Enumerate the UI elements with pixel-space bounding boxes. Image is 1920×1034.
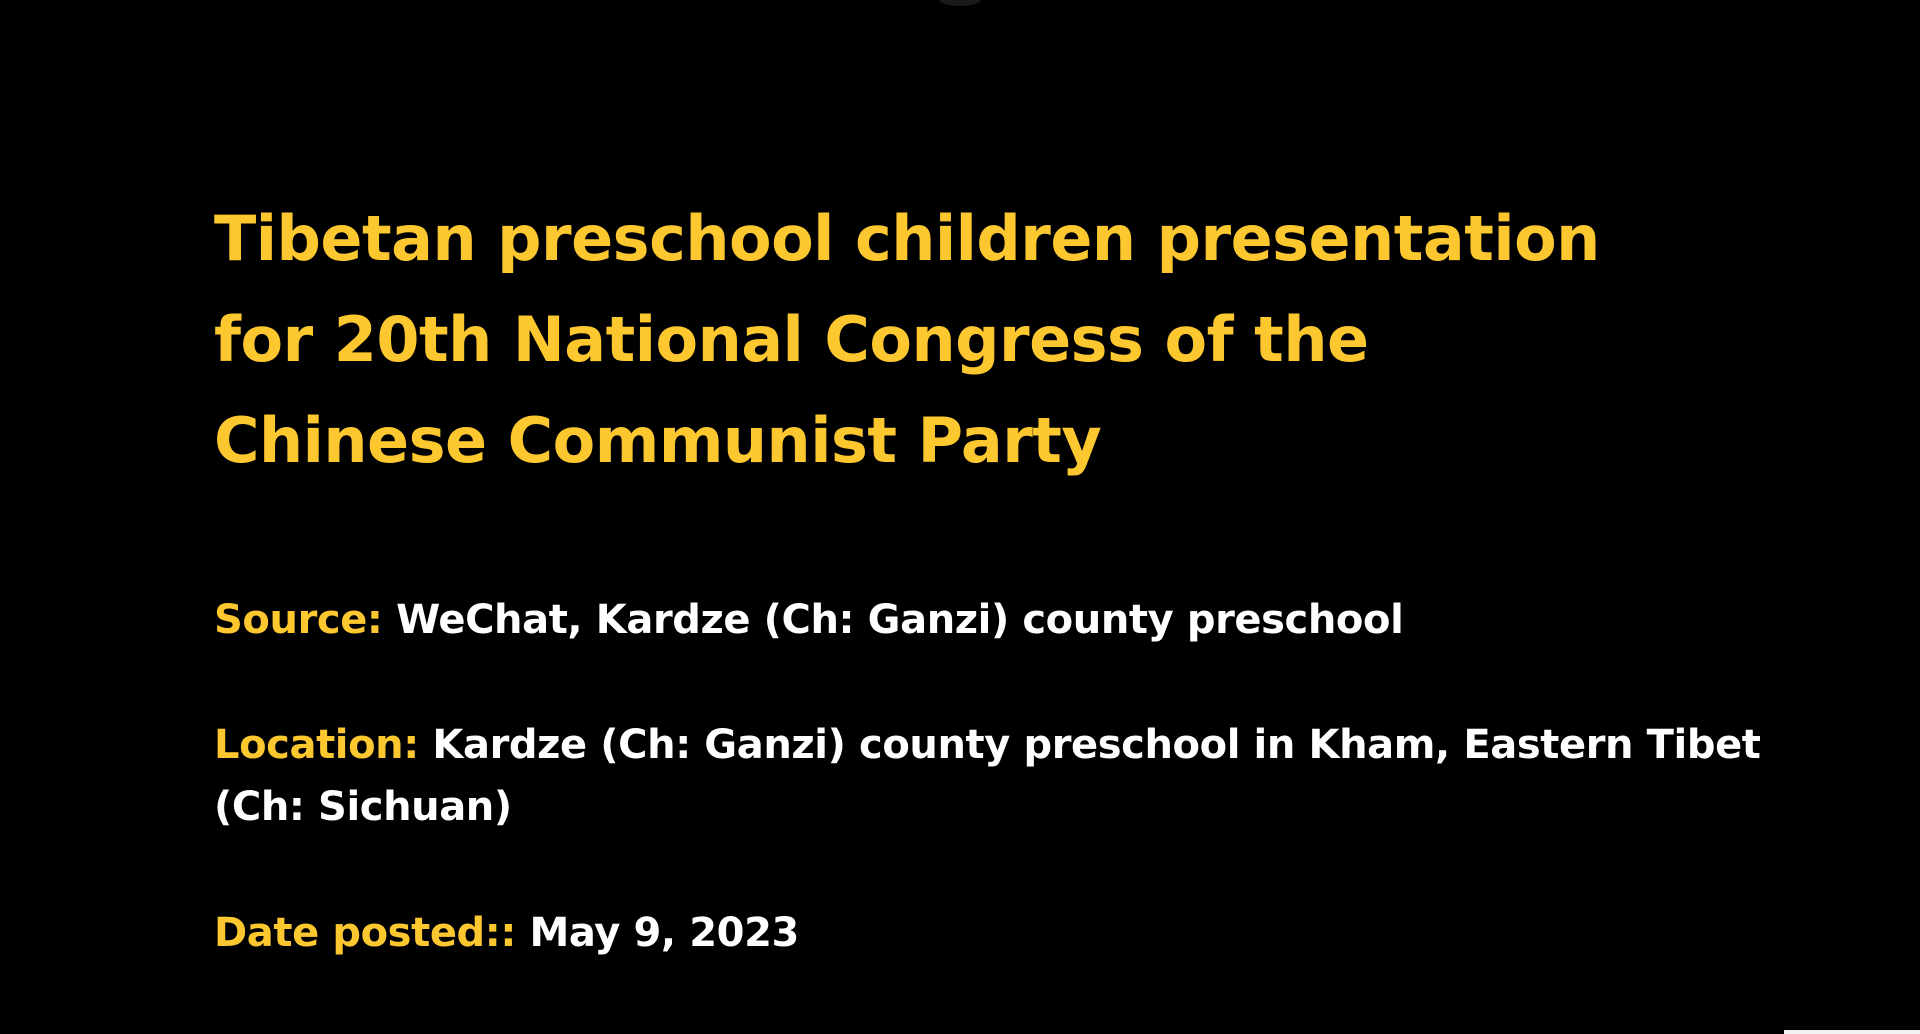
location-value-line-2: (Ch: Sichuan) [214, 784, 512, 830]
title-slide: Tibetan preschool children presentation … [0, 0, 1920, 1034]
title-line-3: Chinese Communist Party [214, 404, 1102, 477]
top-edge-indicator [938, 0, 982, 6]
date-value: May 9, 2023 [529, 910, 800, 956]
location-field: Location: Kardze (Ch: Ganzi) county pres… [214, 714, 1761, 838]
title-line-1: Tibetan preschool children presentation [214, 202, 1600, 275]
source-label: Source: [214, 597, 383, 643]
location-label: Location: [214, 722, 419, 768]
title-line-2: for 20th National Congress of the [214, 303, 1369, 376]
location-value-line-1: Kardze (Ch: Ganzi) county preschool in K… [432, 722, 1761, 768]
source-value: WeChat, Kardze (Ch: Ganzi) county presch… [396, 597, 1404, 643]
source-field: Source: WeChat, Kardze (Ch: Ganzi) count… [214, 589, 1404, 651]
slide-title: Tibetan preschool children presentation … [214, 188, 1774, 491]
date-field: Date posted:: May 9, 2023 [214, 902, 799, 964]
bottom-edge-bar [1784, 1030, 1920, 1034]
date-label: Date posted:: [214, 910, 516, 956]
